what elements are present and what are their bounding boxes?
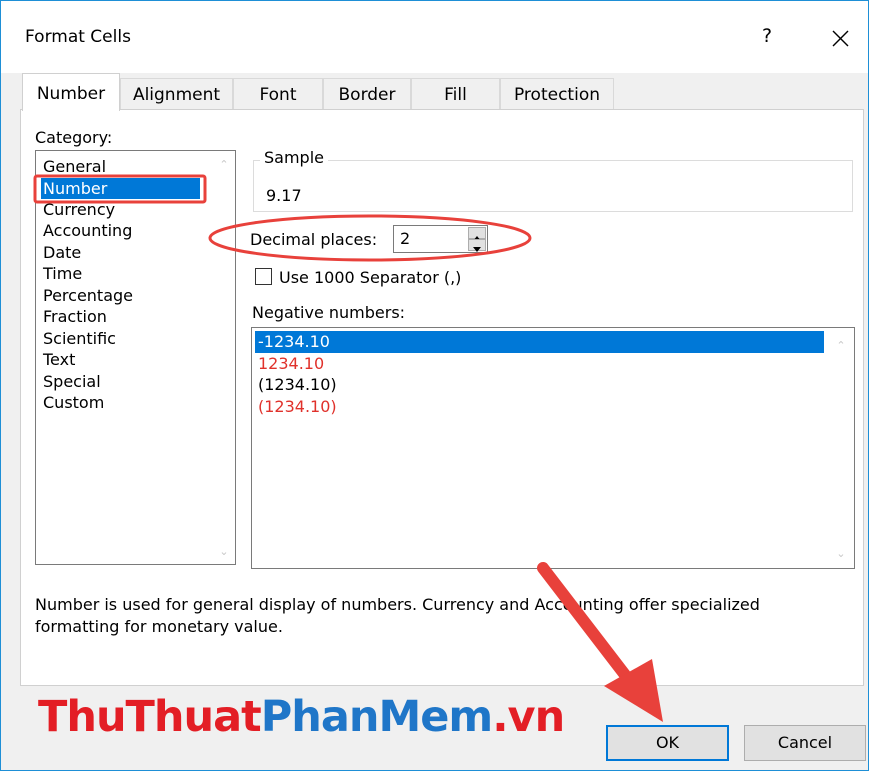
sample-group: Sample 9.17 bbox=[253, 148, 853, 212]
category-item-currency[interactable]: Currency bbox=[41, 199, 117, 220]
dialog-title: Format Cells bbox=[25, 27, 131, 47]
cancel-button[interactable]: Cancel bbox=[744, 725, 866, 761]
negative-numbers-list[interactable]: -1234.10 1234.10 (1234.10) (1234.10) ⌃ ⌄ bbox=[251, 327, 855, 569]
category-item-time[interactable]: Time bbox=[41, 263, 84, 284]
tab-alignment[interactable]: Alignment bbox=[120, 78, 233, 110]
category-item-percentage[interactable]: Percentage bbox=[41, 285, 135, 306]
tab-number[interactable]: Number bbox=[22, 73, 120, 111]
category-item-general[interactable]: General bbox=[41, 156, 108, 177]
separator-label[interactable]: Use 1000 Separator (,) bbox=[279, 268, 461, 287]
category-list[interactable]: General Number Currency Accounting Date … bbox=[35, 150, 236, 565]
spinner-buttons bbox=[468, 227, 486, 252]
negative-item-3[interactable]: (1234.10) bbox=[255, 374, 337, 396]
negative-numbers-label: Negative numbers: bbox=[252, 303, 406, 322]
negative-item-4[interactable]: (1234.10) bbox=[255, 396, 337, 418]
negative-item-1[interactable]: -1234.10 bbox=[255, 331, 824, 353]
number-tab-panel: Category: General Number Currency Accoun… bbox=[20, 109, 864, 686]
triangle-down-icon bbox=[473, 247, 481, 252]
category-item-scientific[interactable]: Scientific bbox=[41, 328, 118, 349]
decimal-places-spinner[interactable]: 2 bbox=[393, 225, 488, 253]
decimal-places-value[interactable]: 2 bbox=[400, 229, 410, 248]
decimal-places-label: Decimal places: bbox=[250, 230, 378, 249]
tab-border[interactable]: Border bbox=[323, 78, 411, 110]
category-item-text[interactable]: Text bbox=[41, 349, 77, 370]
scroll-down-icon[interactable]: ⌄ bbox=[834, 548, 848, 560]
ok-button[interactable]: OK bbox=[606, 725, 729, 761]
tab-protection[interactable]: Protection bbox=[500, 78, 614, 110]
sample-value: 9.17 bbox=[266, 186, 302, 205]
scroll-up-icon[interactable]: ⌃ bbox=[834, 340, 848, 352]
help-button[interactable]: ? bbox=[754, 25, 780, 51]
description-line-2: formatting for monetary value. bbox=[35, 617, 283, 636]
spin-down-button[interactable] bbox=[468, 239, 486, 252]
close-icon bbox=[832, 30, 849, 47]
category-label: Category: bbox=[35, 128, 113, 147]
separator-checkbox[interactable] bbox=[255, 268, 272, 285]
tab-font[interactable]: Font bbox=[233, 78, 323, 110]
watermark-logo: ThuThuatPhanMem.vn bbox=[38, 692, 565, 742]
scroll-up-icon[interactable]: ⌃ bbox=[217, 159, 231, 171]
description-line-1: Number is used for general display of nu… bbox=[35, 595, 760, 614]
category-description: Number is used for general display of nu… bbox=[35, 594, 835, 638]
title-bar: Format Cells ? bbox=[1, 1, 868, 73]
scroll-down-icon[interactable]: ⌄ bbox=[217, 546, 231, 558]
category-item-number[interactable]: Number bbox=[41, 178, 200, 199]
category-item-fraction[interactable]: Fraction bbox=[41, 306, 109, 327]
tab-fill[interactable]: Fill bbox=[411, 78, 500, 110]
spin-up-button[interactable] bbox=[468, 227, 486, 241]
sample-legend: Sample bbox=[260, 148, 328, 167]
close-button[interactable] bbox=[823, 23, 857, 53]
category-item-date[interactable]: Date bbox=[41, 242, 83, 263]
negative-item-2[interactable]: 1234.10 bbox=[255, 353, 324, 375]
category-item-custom[interactable]: Custom bbox=[41, 392, 106, 413]
category-item-accounting[interactable]: Accounting bbox=[41, 220, 134, 241]
category-item-special[interactable]: Special bbox=[41, 371, 103, 392]
